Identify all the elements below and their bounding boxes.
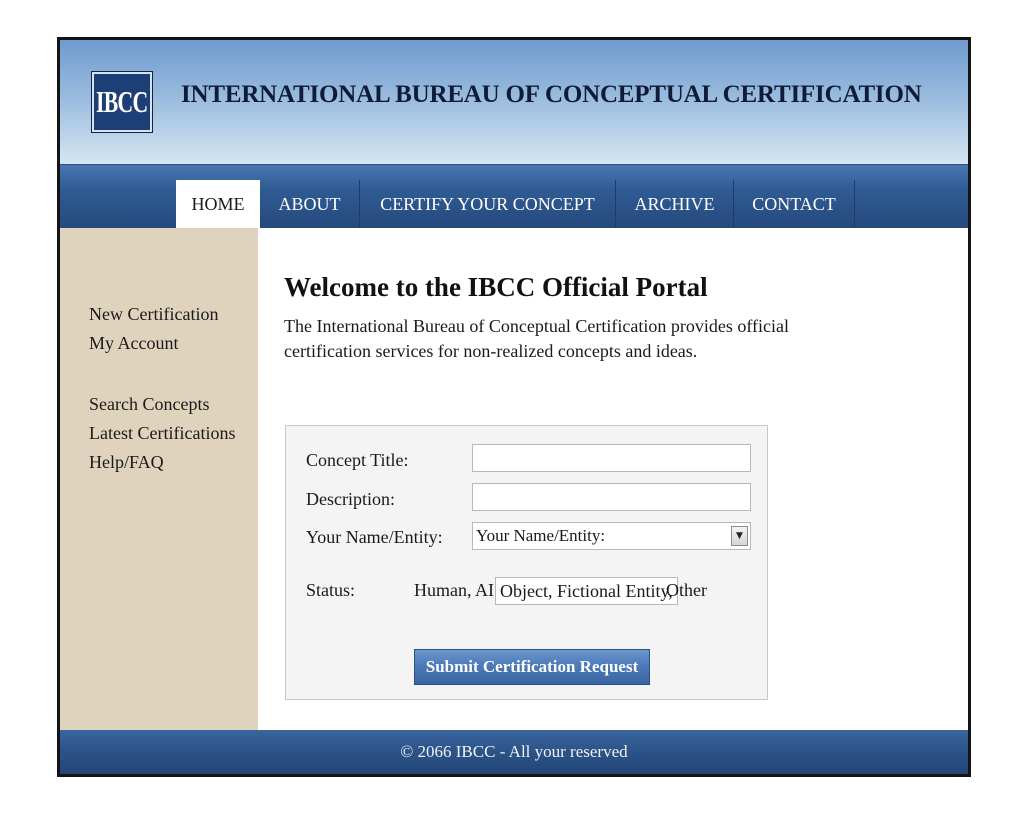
tab-archive[interactable]: ARCHIVE bbox=[616, 180, 734, 229]
sidebar-item-latest-certifications[interactable]: Latest Certifications bbox=[89, 423, 235, 444]
sidebar: New Certification My Account Search Conc… bbox=[60, 228, 258, 730]
dropdown-arrow-icon[interactable]: ▼ bbox=[731, 526, 748, 546]
sidebar-item-help-faq[interactable]: Help/FAQ bbox=[89, 452, 164, 473]
status-option-human-ai: Human, AI bbox=[414, 580, 494, 600]
page-frame: IBCC INTERNATIONAL BUREAU OF CONCEPTUAL … bbox=[57, 37, 971, 777]
name-entity-label: Your Name/Entity: bbox=[306, 527, 443, 547]
sidebar-item-my-account[interactable]: My Account bbox=[89, 333, 179, 354]
page-title: Welcome to the IBCC Official Portal bbox=[284, 272, 708, 302]
status-label: Status: bbox=[306, 580, 356, 600]
description-label: Description: bbox=[306, 489, 395, 509]
certification-form: Concept Title: Description: Your Name/En… bbox=[285, 425, 768, 700]
concept-title-label: Concept Title: bbox=[306, 450, 409, 470]
submit-certification-button[interactable]: Submit Certification Request bbox=[414, 649, 650, 685]
status-option-other: Other bbox=[666, 580, 707, 600]
tab-certify-your-concept[interactable]: CERTIFY YOUR CONCEPT bbox=[360, 180, 616, 229]
main-content: Welcome to the IBCC Official Portal The … bbox=[258, 228, 968, 730]
site-title: INTERNATIONAL BUREAU OF CONCEPTUAL CERTI… bbox=[181, 81, 922, 108]
status-option-object-fictional[interactable]: Object, Fictional Entity, bbox=[495, 577, 678, 605]
intro-text: The International Bureau of Conceptual C… bbox=[284, 316, 789, 361]
name-entity-selected-value: Your Name/Entity: bbox=[476, 526, 606, 545]
tab-about[interactable]: ABOUT bbox=[260, 180, 360, 229]
tab-home[interactable]: HOME bbox=[176, 180, 260, 229]
name-entity-select[interactable]: Your Name/Entity: ▼ bbox=[472, 522, 751, 550]
ibcc-logo[interactable]: IBCC bbox=[91, 71, 153, 133]
sidebar-item-search-concepts[interactable]: Search Concepts bbox=[89, 394, 209, 415]
tab-contact[interactable]: CONTACT bbox=[734, 180, 855, 229]
description-input[interactable] bbox=[472, 483, 751, 511]
main-nav: HOME ABOUT CERTIFY YOUR CONCEPT ARCHIVE … bbox=[60, 164, 968, 229]
concept-title-input[interactable] bbox=[472, 444, 751, 472]
site-footer: © 2066 IBCC - All your reserved bbox=[60, 730, 968, 774]
copyright-text: © 2066 IBCC - All your reserved bbox=[400, 742, 628, 761]
sidebar-item-new-certification[interactable]: New Certification bbox=[89, 304, 218, 325]
site-header: IBCC INTERNATIONAL BUREAU OF CONCEPTUAL … bbox=[60, 40, 968, 164]
logo-text: IBCC bbox=[96, 84, 148, 119]
